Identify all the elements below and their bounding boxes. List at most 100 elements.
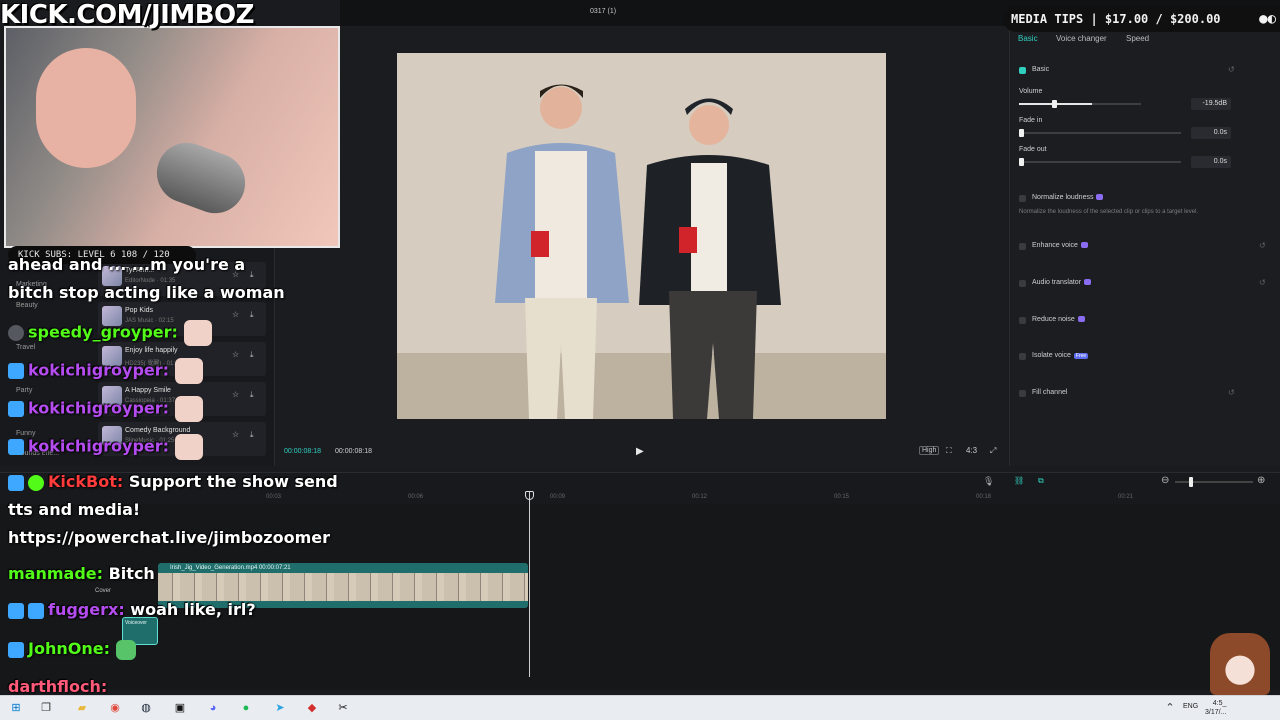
file-explorer-icon[interactable]: ▰	[74, 700, 90, 716]
enhance-voice-label: Enhance voice	[1032, 242, 1088, 249]
user-badge-icon	[8, 363, 24, 379]
chat-message: kokichigroyper:	[8, 396, 204, 422]
ruler-tick: 00:06	[408, 494, 424, 500]
fill-channel-checkbox[interactable]	[1019, 390, 1026, 397]
star-icon[interactable]: ☆	[232, 430, 239, 439]
volume-value[interactable]: -19.5dB	[1191, 98, 1231, 110]
track-name: Comedy Background	[125, 427, 191, 434]
category-beauty[interactable]: Beauty	[16, 302, 38, 309]
system-clock[interactable]: 4:5_ 3/17/...	[1205, 699, 1226, 717]
section-basic-title[interactable]: Basic	[1032, 66, 1049, 73]
cover-button[interactable]: Cover	[95, 588, 111, 594]
pro-badge-icon	[1080, 242, 1088, 249]
fade-in-knob[interactable]	[1019, 129, 1024, 137]
telegram-icon[interactable]: ➤	[272, 700, 288, 716]
chat-username: kokichigroyper:	[28, 360, 170, 380]
normalize-description: Normalize the loudness of the selected c…	[1019, 209, 1199, 215]
start-icon[interactable]: ⊞	[8, 700, 24, 716]
tab-basic[interactable]: Basic	[1018, 34, 1038, 43]
download-icon[interactable]: ⤓	[250, 430, 254, 440]
chat-message: JohnOne:	[8, 639, 136, 660]
user-badge-icon	[8, 325, 24, 341]
terminal-icon[interactable]: ▣	[172, 700, 188, 716]
chat-text: woah like, irl?	[130, 600, 256, 619]
download-icon[interactable]: ⤓	[250, 310, 254, 320]
microphone-icon[interactable]: 🎙	[983, 476, 994, 487]
ruler-tick: 00:15	[834, 494, 850, 500]
discord-icon[interactable]: ◕	[205, 700, 221, 716]
normalize-loudness-text: Normalize loudness	[1032, 194, 1094, 201]
window-title: 0317 (1)	[590, 8, 617, 15]
fade-out-slider[interactable]	[1019, 158, 1181, 166]
steam-icon[interactable]: ◍	[138, 700, 154, 716]
user-badge-icon	[8, 401, 24, 417]
adobe-icon[interactable]: ◆	[304, 700, 320, 716]
tray-chevron-icon[interactable]: ⌃	[1162, 700, 1178, 716]
play-icon[interactable]: ▶	[636, 446, 644, 457]
emote-icon	[175, 434, 204, 460]
zoom-slider-knob[interactable]	[1189, 477, 1193, 487]
quality-selector[interactable]: High	[919, 446, 940, 455]
spotify-icon[interactable]: ●	[238, 700, 254, 716]
media-tips-text: MEDIA TIPS | $17.00 / $200.00	[1011, 12, 1221, 26]
playhead-handle[interactable]	[525, 491, 534, 500]
media-tips-bar: MEDIA TIPS | $17.00 / $200.00 ●◐	[1003, 6, 1280, 32]
download-icon[interactable]: ⤓	[250, 390, 254, 400]
category-party[interactable]: Party	[16, 387, 32, 394]
aspect-ratio-button[interactable]: 4:3	[966, 446, 977, 455]
tab-speed[interactable]: Speed	[1126, 34, 1149, 43]
normalize-loudness-label: Normalize loudness	[1032, 194, 1104, 201]
fullscreen-icon[interactable]: ⤢	[990, 446, 996, 456]
chat-text: Support the show send	[128, 472, 338, 491]
reset-icon[interactable]: ↺	[1259, 241, 1266, 250]
clock-time: 4:5_	[1212, 700, 1227, 707]
link-icon[interactable]: ⛓	[1014, 476, 1024, 485]
playhead-line[interactable]	[529, 491, 530, 677]
fade-out-knob[interactable]	[1019, 158, 1024, 166]
fade-in-slider[interactable]	[1019, 129, 1181, 137]
capcut-icon[interactable]: ✂	[335, 700, 351, 716]
track-name: Enjoy life happily	[125, 347, 178, 354]
fit-screen-icon[interactable]: ⛶	[946, 446, 952, 456]
chat-username: fuggerx:	[48, 600, 125, 619]
chat-message: speedy_groyper:	[8, 320, 212, 346]
chat-text: bitch stop acting like a woman	[8, 283, 285, 302]
mascot-icon: ●◐	[1259, 11, 1276, 27]
reset-icon[interactable]: ↺	[1259, 278, 1266, 287]
fade-in-value[interactable]: 0.0s	[1191, 127, 1231, 139]
audio-translator-label: Audio translator	[1032, 279, 1092, 286]
chat-message: manmade: Bitch	[8, 564, 155, 583]
emote-icon	[115, 639, 136, 660]
enhance-voice-checkbox[interactable]	[1019, 243, 1026, 250]
star-icon[interactable]: ☆	[232, 310, 239, 319]
download-icon[interactable]: ⤓	[250, 270, 254, 280]
clock-date: 3/17/...	[1205, 709, 1227, 716]
tab-voice-changer[interactable]: Voice changer	[1056, 34, 1107, 43]
voiceover-label: Voiceover	[125, 620, 147, 626]
fade-out-value[interactable]: 0.0s	[1191, 156, 1231, 168]
magnet-icon[interactable]: ⧉	[1038, 476, 1044, 486]
normalize-checkbox[interactable]	[1019, 195, 1026, 202]
task-view-icon[interactable]: ❐	[38, 700, 54, 716]
video-preview-frame[interactable]	[397, 53, 886, 419]
timeline-ruler[interactable]	[0, 490, 1280, 504]
isolate-voice-checkbox[interactable]	[1019, 353, 1026, 360]
fade-in-label: Fade in	[1019, 117, 1043, 124]
star-icon[interactable]: ☆	[232, 390, 239, 399]
chrome-icon[interactable]: ◉	[107, 700, 123, 716]
download-icon[interactable]: ⤓	[250, 350, 254, 360]
chat-message: KickBot: Support the show send	[8, 472, 338, 491]
reset-icon[interactable]: ↺	[1228, 65, 1235, 74]
audio-translator-checkbox[interactable]	[1019, 280, 1026, 287]
reset-icon[interactable]: ↺	[1228, 388, 1235, 397]
zoom-out-icon[interactable]: ⊖	[1161, 475, 1169, 486]
volume-slider[interactable]	[1019, 100, 1141, 108]
language-indicator[interactable]: ENG	[1183, 703, 1198, 710]
zoom-slider[interactable]	[1175, 477, 1253, 487]
volume-slider-knob[interactable]	[1052, 100, 1058, 108]
chat-username: KickBot:	[48, 472, 124, 491]
zoom-in-icon[interactable]: ⊕	[1257, 475, 1265, 486]
star-icon[interactable]: ☆	[232, 350, 239, 359]
basic-checkbox[interactable]	[1019, 67, 1026, 74]
reduce-noise-checkbox[interactable]	[1019, 317, 1026, 324]
